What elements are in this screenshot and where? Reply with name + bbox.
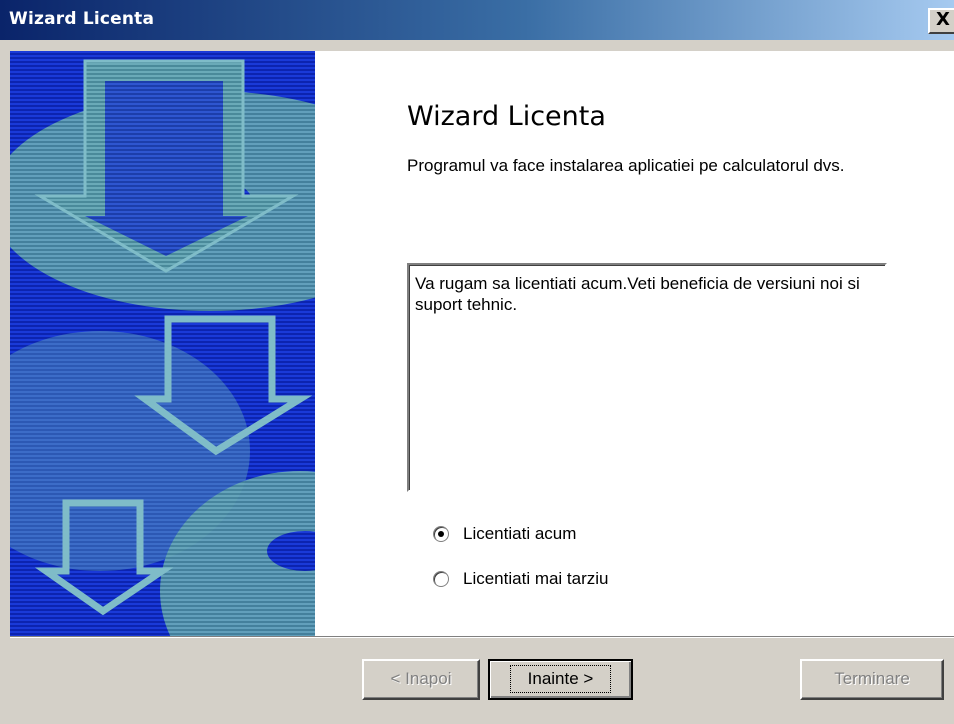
next-button-label: Inainte >: [509, 665, 612, 693]
intro-text: Programul va face instalarea aplicatiei …: [407, 156, 845, 175]
finish-button[interactable]: Terminare: [800, 659, 944, 700]
wizard-content: Wizard Licenta Programul va face instala…: [315, 51, 954, 636]
license-wizard-window: Wizard Licenta X Wizard Licenta Programu…: [0, 0, 954, 724]
license-message-box[interactable]: Va rugam sa licentiati acum.Veti benefic…: [407, 263, 887, 492]
page-title: Wizard Licenta: [407, 101, 606, 132]
title-bar[interactable]: Wizard Licenta X: [0, 0, 954, 40]
radio-button-checked[interactable]: [433, 526, 449, 542]
next-button[interactable]: Inainte >: [488, 659, 633, 700]
radio-license-later-label[interactable]: Licentiati mai tarziu: [463, 569, 609, 589]
close-button[interactable]: X: [928, 8, 954, 34]
back-button[interactable]: < Inapoi: [362, 659, 480, 700]
wizard-page: Wizard Licenta Programul va face instala…: [10, 51, 954, 636]
radio-license-later[interactable]: Licentiati mai tarziu: [433, 569, 609, 589]
radio-license-now-label[interactable]: Licentiati acum: [463, 524, 576, 544]
window-title: Wizard Licenta: [9, 9, 155, 29]
radio-license-now[interactable]: Licentiati acum: [433, 524, 576, 544]
footer-separator-highlight: [10, 637, 954, 638]
side-illustration: [10, 51, 315, 636]
radio-button-unchecked[interactable]: [433, 571, 449, 587]
down-arrows-illustration-icon: [10, 51, 315, 636]
